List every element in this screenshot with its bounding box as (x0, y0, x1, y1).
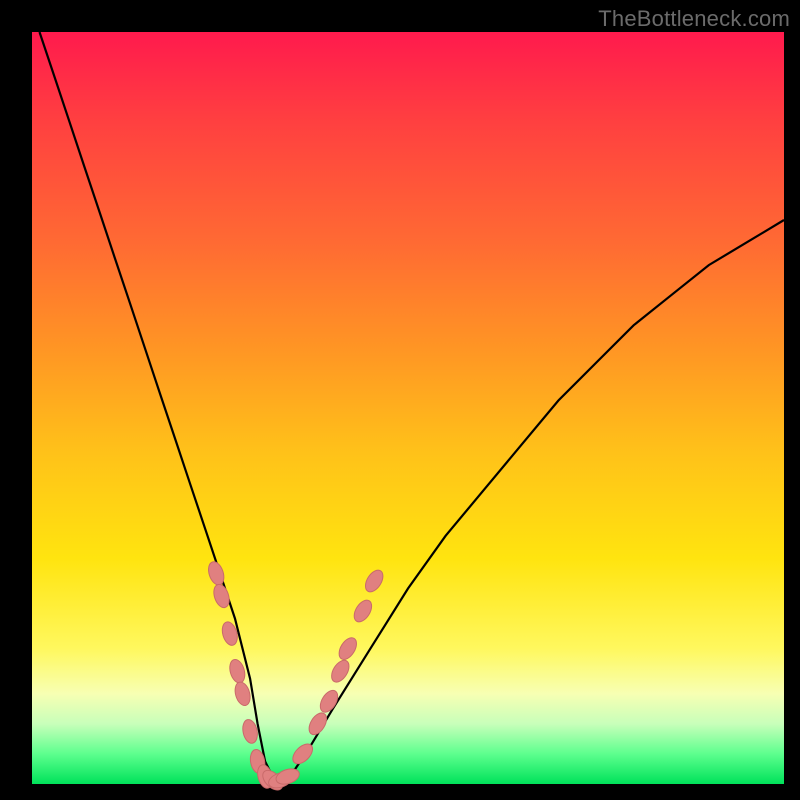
marker-dot (211, 582, 232, 609)
marker-dot (362, 567, 387, 595)
marker-dot (227, 658, 247, 685)
marker-dot (328, 657, 352, 685)
marker-dot (336, 635, 360, 663)
chart-frame: TheBottleneck.com (0, 0, 800, 800)
marker-dot (306, 710, 331, 738)
watermark-text: TheBottleneck.com (598, 6, 790, 32)
curve-markers (206, 560, 387, 794)
marker-dot (351, 597, 376, 625)
marker-dot (233, 680, 253, 707)
bottleneck-curve (40, 32, 785, 777)
chart-svg (32, 32, 784, 784)
plot-area (32, 32, 784, 784)
